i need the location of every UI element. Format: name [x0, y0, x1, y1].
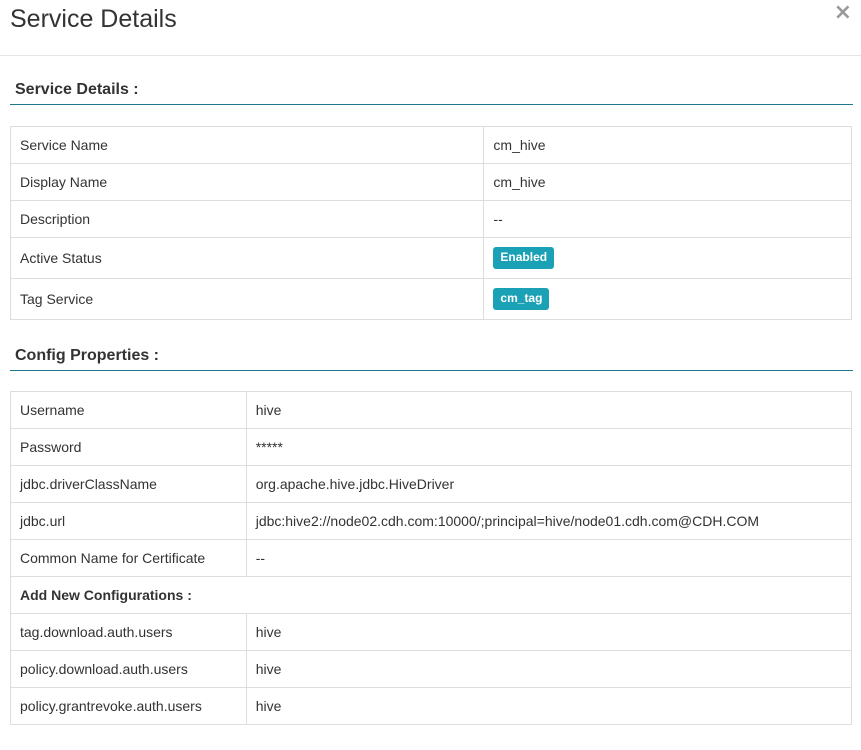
row-value: jdbc:hive2://node02.cdh.com:10000/;princ…: [245, 502, 853, 540]
modal-header: Service Details ×: [0, 0, 861, 56]
row-value: hive: [245, 650, 853, 688]
row-value: hive: [245, 613, 853, 651]
row-value: *****: [245, 428, 853, 466]
add-new-configurations-heading: Add New Configurations :: [10, 576, 852, 614]
table-row: jdbc.url jdbc:hive2://node02.cdh.com:100…: [10, 502, 853, 540]
row-label: Service Name: [9, 126, 485, 164]
row-label: jdbc.url: [10, 502, 247, 540]
service-details-heading: Service Details :: [10, 80, 853, 105]
table-row: jdbc.driverClassName org.apache.hive.jdb…: [10, 465, 853, 503]
table-row: Display Name cm_hive: [9, 163, 852, 201]
row-value: cm_hive: [483, 126, 852, 164]
row-label: Display Name: [9, 163, 485, 201]
table-row: Username hive: [10, 391, 853, 429]
table-row: Active Status Enabled: [9, 237, 852, 279]
row-label: Active Status: [9, 237, 485, 279]
table-row: policy.grantrevoke.auth.users hive: [10, 687, 853, 725]
config-properties-heading: Config Properties :: [10, 346, 853, 371]
tag-service-badge: cm_tag: [493, 288, 550, 310]
modal-title: Service Details: [10, 5, 177, 33]
row-label: Password: [10, 428, 247, 466]
row-label: policy.download.auth.users: [10, 650, 247, 688]
table-row: Password *****: [10, 428, 853, 466]
table-row: Add New Configurations :: [10, 576, 852, 614]
row-value: hive: [245, 687, 853, 725]
table-row: Service Name cm_hive: [9, 126, 852, 164]
row-label: jdbc.driverClassName: [10, 465, 247, 503]
row-value: hive: [245, 391, 853, 429]
table-row: Description --: [9, 200, 852, 238]
row-label: Common Name for Certificate: [10, 539, 247, 577]
row-label: Username: [10, 391, 247, 429]
table-row: Common Name for Certificate --: [10, 539, 853, 577]
service-details-table: Service Name cm_hive Display Name cm_hiv…: [9, 126, 852, 320]
row-value: cm_hive: [483, 163, 852, 201]
row-label: Tag Service: [9, 278, 485, 320]
table-row: tag.download.auth.users hive: [10, 613, 853, 651]
row-label: Description: [9, 200, 485, 238]
close-icon[interactable]: ×: [834, 2, 852, 24]
row-label: tag.download.auth.users: [10, 613, 247, 651]
config-properties-table: Username hive Password ***** jdbc.driver…: [10, 391, 853, 725]
table-row: Tag Service cm_tag: [9, 278, 852, 320]
row-value: --: [483, 200, 852, 238]
row-value: cm_tag: [483, 278, 852, 320]
row-value: Enabled: [483, 237, 852, 279]
row-label: policy.grantrevoke.auth.users: [10, 687, 247, 725]
row-value: --: [245, 539, 853, 577]
table-row: policy.download.auth.users hive: [10, 650, 853, 688]
status-badge: Enabled: [493, 247, 555, 269]
row-value: org.apache.hive.jdbc.HiveDriver: [245, 465, 853, 503]
